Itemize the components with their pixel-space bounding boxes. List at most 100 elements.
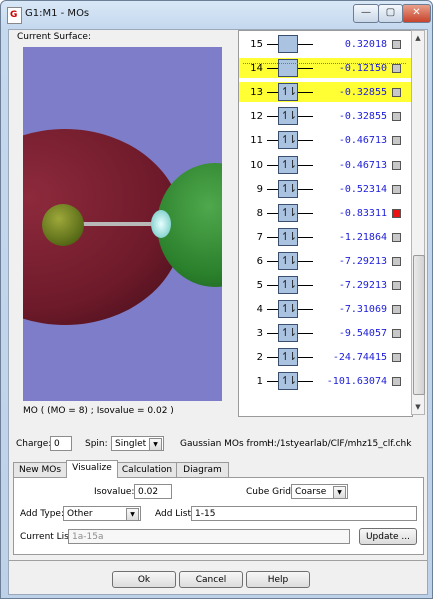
mo-occupancy-box[interactable]: ↿⇂	[278, 227, 298, 246]
mo-occupancy-box[interactable]	[278, 35, 298, 53]
tab-diagram[interactable]: Diagram	[176, 462, 229, 477]
mo-row[interactable]: 13 ↿⇂ -0.32855	[239, 82, 412, 103]
mo-select-checkbox[interactable]	[392, 112, 401, 122]
maximize-icon[interactable]: ▢	[378, 4, 403, 23]
chevron-down-icon[interactable]: ▼	[126, 508, 139, 521]
mo-occupancy-box[interactable]: ↿⇂	[278, 300, 298, 319]
mo-occupancy-box[interactable]: ↿⇂	[278, 276, 298, 294]
title-bar[interactable]: G G1:M1 - MOs — ▢ ✕	[1, 1, 432, 29]
mo-select-checkbox[interactable]	[392, 160, 401, 170]
mo-occupancy-box[interactable]: ↿⇂	[278, 348, 298, 367]
mo-row[interactable]: 9 ↿⇂ -0.52314	[239, 179, 412, 199]
mo-energy: 0.32018	[344, 39, 387, 50]
mo-energy: -0.52314	[338, 183, 387, 195]
add-type-select[interactable]: Other ▼	[63, 506, 141, 521]
mo-occupancy-box[interactable]: ↿⇂	[278, 83, 298, 102]
add-list-label: Add List:	[155, 509, 195, 519]
mo-number: 13	[250, 87, 263, 99]
mo-select-checkbox[interactable]	[392, 88, 401, 98]
mo-diagram-list[interactable]: 15 0.32018 14 -0.12150 13 ↿⇂ -0.32855 12 ↿⇂ -0.32…	[238, 30, 413, 417]
mo-row[interactable]: 8 ↿⇂ -0.83311	[239, 203, 412, 223]
scroll-down-icon[interactable]: ▼	[412, 400, 424, 414]
mo-select-checkbox[interactable]	[392, 281, 401, 290]
mo-row[interactable]: 14 -0.12150	[239, 58, 412, 79]
orbital-surface-render	[23, 129, 222, 325]
mo-energy: -9.54057	[338, 328, 387, 340]
mo-row[interactable]: 12 ↿⇂ -0.32855	[239, 106, 412, 126]
help-button[interactable]: Help	[246, 571, 310, 588]
chevron-down-icon[interactable]: ▼	[149, 438, 162, 451]
mo-row[interactable]: 11 ↿⇂ -0.46713	[239, 130, 412, 150]
gaussview-app-icon: G	[7, 7, 22, 24]
mo-occupancy-box[interactable]: ↿⇂	[278, 155, 298, 174]
mo-select-checkbox[interactable]	[392, 377, 401, 387]
add-type-label: Add Type:	[20, 509, 64, 519]
mo-energy: -1.21864	[338, 231, 387, 243]
mo-select-checkbox[interactable]	[392, 329, 401, 339]
update-button[interactable]: Update ...	[359, 528, 417, 545]
spin-select[interactable]: Singlet ▼	[111, 436, 164, 451]
mo-occupancy-box[interactable]: ↿⇂	[278, 324, 298, 343]
scroll-thumb[interactable]	[413, 255, 425, 395]
mo-energy: -0.32855	[338, 87, 387, 99]
mo-row[interactable]: 5 ↿⇂ -7.29213	[239, 275, 412, 295]
mo-select-checkbox[interactable]	[392, 64, 401, 74]
mo-select-checkbox[interactable]	[392, 184, 401, 194]
spin-label: Spin:	[85, 439, 108, 449]
visualize-panel: Isovalue: 0.02 Cube Grid: Coarse ▼ Add T…	[13, 477, 424, 555]
cube-grid-select[interactable]: Coarse ▼	[291, 484, 348, 499]
mo-number: 15	[250, 39, 263, 50]
tab-new-mos[interactable]: New MOs	[13, 462, 67, 477]
current-surface-label: Current Surface:	[17, 32, 91, 42]
mo-number: 5	[256, 280, 263, 291]
tab-visualize[interactable]: Visualize	[66, 460, 118, 478]
mo-row[interactable]: 1 ↿⇂ -101.63074	[239, 371, 412, 391]
mo-row[interactable]: 15 0.32018	[239, 34, 412, 54]
mo-occupancy-box[interactable]: ↿⇂	[278, 372, 298, 391]
mo-row[interactable]: 7 ↿⇂ -1.21864	[239, 227, 412, 247]
mo-occupancy-box[interactable]	[278, 59, 298, 78]
mo-select-checkbox[interactable]	[392, 305, 401, 315]
mo-energy: -7.31069	[338, 304, 387, 316]
mo-row[interactable]: 2 ↿⇂ -24.74415	[239, 347, 412, 367]
mo-number: 14	[250, 63, 263, 75]
mo-occupancy-box[interactable]: ↿⇂	[278, 107, 298, 126]
mo-row[interactable]: 6 ↿⇂ -7.29213	[239, 251, 412, 271]
mo-row[interactable]: 3 ↿⇂ -9.54057	[239, 323, 412, 343]
mo-select-checkbox[interactable]	[392, 136, 401, 146]
mo-occupancy-box[interactable]: ↿⇂	[278, 179, 298, 198]
mo-select-checkbox[interactable]	[392, 232, 401, 242]
mo-energy: -7.29213	[338, 255, 387, 267]
mo-occupancy-box[interactable]: ↿⇂	[278, 131, 298, 150]
cube-grid-value: Coarse	[295, 487, 327, 497]
bond-junction	[151, 210, 171, 238]
mo-energy: -0.46713	[338, 135, 387, 147]
mo-select-checkbox[interactable]	[392, 256, 401, 266]
cancel-button[interactable]: Cancel	[179, 571, 243, 588]
minimize-icon[interactable]: —	[353, 4, 379, 23]
close-icon[interactable]: ✕	[402, 4, 431, 23]
mo-select-checkbox[interactable]	[392, 208, 401, 218]
chevron-down-icon[interactable]: ▼	[333, 486, 346, 499]
add-list-field[interactable]: 1-15	[191, 506, 417, 521]
mo-energy: -7.29213	[338, 280, 387, 291]
scroll-up-icon[interactable]: ▲	[412, 31, 424, 45]
tab-calculation[interactable]: Calculation	[117, 462, 177, 477]
mo-status-text: MO ( (MO = 8) ; Isovalue = 0.02 )	[23, 406, 174, 416]
mo-select-checkbox[interactable]	[392, 40, 401, 49]
mo-select-checkbox[interactable]	[392, 353, 401, 363]
mo-occupancy-box[interactable]: ↿⇂	[278, 203, 298, 222]
mo-number: 8	[256, 207, 263, 219]
spin-value: Singlet	[115, 439, 147, 449]
charge-field[interactable]: 0	[50, 436, 72, 451]
isovalue-field[interactable]: 0.02	[134, 484, 172, 499]
cube-grid-label: Cube Grid:	[246, 487, 295, 497]
ok-button[interactable]: Ok	[112, 571, 176, 588]
mo-row[interactable]: 10 ↿⇂ -0.46713	[239, 155, 412, 175]
surface-viewport[interactable]	[23, 47, 222, 401]
dialog-body: Current Surface: MO ((MO = 8) ; Isovalu…	[8, 29, 428, 595]
mo-occupancy-box[interactable]: ↿⇂	[278, 251, 298, 270]
window-title: G1:M1 - MOs	[25, 8, 90, 19]
mo-list-scrollbar[interactable]: ▲ ▼	[411, 30, 425, 415]
mo-row[interactable]: 4 ↿⇂ -7.31069	[239, 299, 412, 319]
